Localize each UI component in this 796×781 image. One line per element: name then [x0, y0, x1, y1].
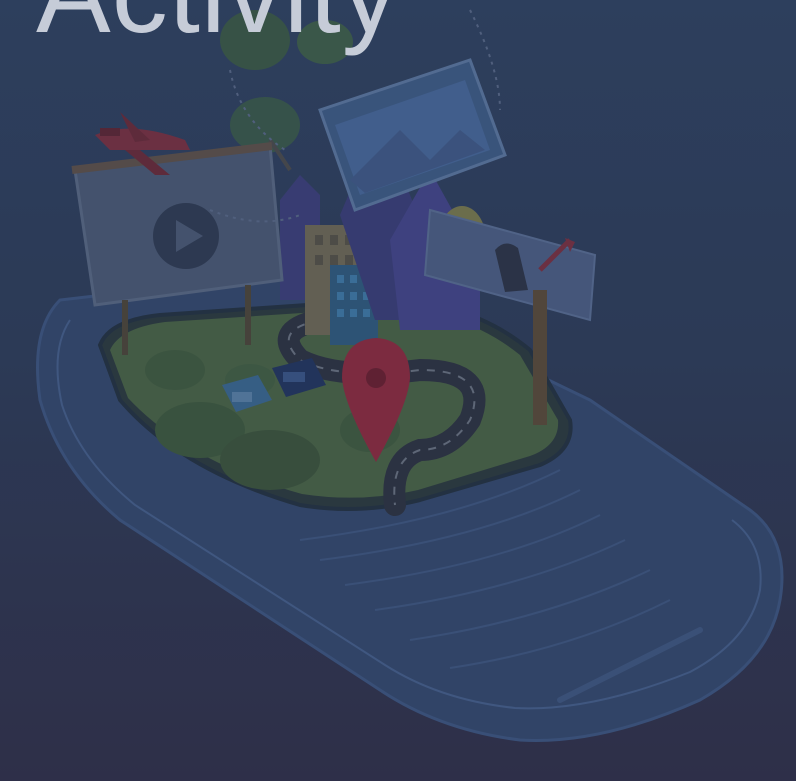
- activity-screen: Activity: [0, 0, 796, 781]
- photo-frame: [318, 58, 507, 212]
- phone-landscape-illustration: [36, 9, 784, 742]
- page-title: Activity: [36, 0, 399, 50]
